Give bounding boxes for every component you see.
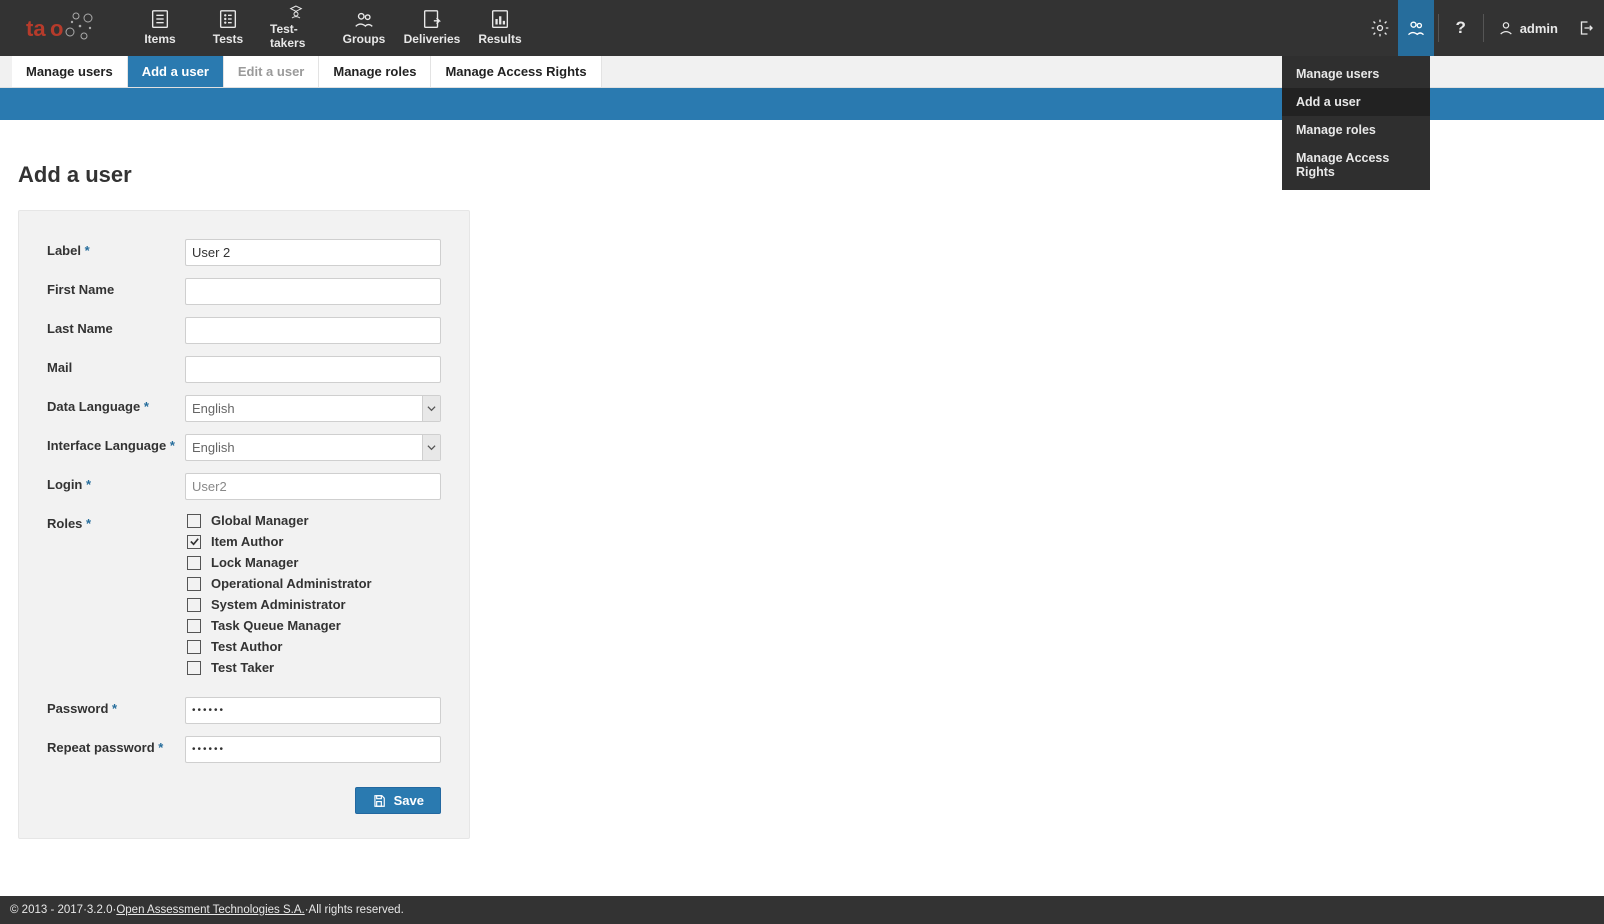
- role-checkbox-task-queue-manager[interactable]: [187, 619, 201, 633]
- svg-text:o: o: [50, 16, 63, 41]
- role-item: Task Queue Manager: [187, 618, 441, 633]
- repeat-password-input[interactable]: [185, 736, 441, 763]
- topbar: ta o Items Tests Test-takers Groups Deli…: [0, 0, 1604, 56]
- data-language-select[interactable]: English: [185, 395, 441, 422]
- logout-icon: [1577, 19, 1595, 37]
- footer-rights: All rights reserved.: [309, 904, 404, 916]
- role-item: Test Taker: [187, 660, 441, 675]
- role-checkbox-test-taker[interactable]: [187, 661, 201, 675]
- content: Add a user Label * First Name Last Name …: [0, 120, 1604, 899]
- tab-add-user[interactable]: Add a user: [128, 56, 224, 87]
- role-checkbox-operational-admin[interactable]: [187, 577, 201, 591]
- role-checkbox-system-admin[interactable]: [187, 598, 201, 612]
- question-icon: ?: [1456, 18, 1466, 38]
- roles-label: Roles *: [47, 512, 187, 531]
- login-input[interactable]: [185, 473, 441, 500]
- role-checkbox-test-author[interactable]: [187, 640, 201, 654]
- nav-groups[interactable]: Groups: [330, 0, 398, 56]
- label-input[interactable]: [185, 239, 441, 266]
- dropdown-manage-access[interactable]: Manage Access Rights: [1282, 144, 1430, 186]
- nav-test-takers[interactable]: Test-takers: [262, 0, 330, 56]
- users-dropdown: Manage users Add a user Manage roles Man…: [1282, 56, 1430, 190]
- role-item: Lock Manager: [187, 555, 441, 570]
- tab-manage-users[interactable]: Manage users: [12, 56, 128, 87]
- tab-manage-roles[interactable]: Manage roles: [319, 56, 431, 87]
- role-item: Item Author: [187, 534, 441, 549]
- nav-label: Results: [478, 32, 521, 46]
- role-label: Test Author: [211, 639, 283, 654]
- nav-label: Items: [144, 32, 175, 46]
- nav-label: Tests: [213, 32, 243, 46]
- mail-label: Mail: [47, 356, 185, 375]
- add-user-form: Label * First Name Last Name Mail Data L…: [18, 210, 470, 839]
- help-button[interactable]: ?: [1443, 0, 1479, 56]
- nav-label: Test-takers: [270, 22, 322, 50]
- dropdown-manage-users[interactable]: Manage users: [1282, 60, 1430, 88]
- user-name: admin: [1520, 21, 1558, 36]
- interface-language-label: Interface Language *: [47, 434, 185, 453]
- settings-button[interactable]: [1362, 0, 1398, 56]
- role-label: Operational Administrator: [211, 576, 372, 591]
- interface-language-select[interactable]: English: [185, 434, 441, 461]
- tab-manage-access[interactable]: Manage Access Rights: [431, 56, 601, 87]
- user-icon: [1498, 20, 1514, 36]
- nav-label: Deliveries: [404, 32, 461, 46]
- logo: ta o: [0, 0, 126, 56]
- role-item: Test Author: [187, 639, 441, 654]
- chevron-down-icon: [422, 396, 440, 421]
- role-checkbox-lock-manager[interactable]: [187, 556, 201, 570]
- last-name-input[interactable]: [185, 317, 441, 344]
- dropdown-manage-roles[interactable]: Manage roles: [1282, 116, 1430, 144]
- roles-list: Global Manager Item Author Lock Manager …: [187, 512, 441, 675]
- first-name-input[interactable]: [185, 278, 441, 305]
- role-item: Global Manager: [187, 513, 441, 528]
- nav-deliveries[interactable]: Deliveries: [398, 0, 466, 56]
- tab-edit-user: Edit a user: [224, 56, 319, 87]
- first-name-label: First Name: [47, 278, 185, 297]
- nav-tests[interactable]: Tests: [194, 0, 262, 56]
- data-language-value: English: [192, 401, 235, 416]
- users-button[interactable]: [1398, 0, 1434, 56]
- svg-text:ta: ta: [26, 16, 46, 41]
- interface-language-value: English: [192, 440, 235, 455]
- chevron-down-icon: [422, 435, 440, 460]
- footer: © 2013 - 2017 3.2.0 Open Assessment Tech…: [0, 896, 1604, 924]
- password-input[interactable]: [185, 697, 441, 724]
- role-item: Operational Administrator: [187, 576, 441, 591]
- footer-copyright: © 2013 - 2017: [10, 904, 83, 916]
- data-language-label: Data Language *: [47, 395, 185, 414]
- last-name-label: Last Name: [47, 317, 185, 336]
- role-label: Test Taker: [211, 660, 274, 675]
- user-menu-button[interactable]: admin: [1488, 0, 1568, 56]
- role-label: System Administrator: [211, 597, 346, 612]
- repeat-password-label: Repeat password *: [47, 736, 185, 755]
- save-button[interactable]: Save: [355, 787, 441, 814]
- save-label: Save: [394, 793, 424, 808]
- role-item: System Administrator: [187, 597, 441, 612]
- role-label: Lock Manager: [211, 555, 298, 570]
- gear-icon: [1370, 18, 1390, 38]
- role-label: Item Author: [211, 534, 283, 549]
- password-label: Password *: [47, 697, 185, 716]
- topbar-right: ? admin: [1362, 0, 1604, 56]
- main-nav: Items Tests Test-takers Groups Deliverie…: [126, 0, 534, 56]
- nav-items[interactable]: Items: [126, 0, 194, 56]
- nav-results[interactable]: Results: [466, 0, 534, 56]
- footer-org-link[interactable]: Open Assessment Technologies S.A.: [116, 904, 304, 916]
- nav-label: Groups: [343, 32, 386, 46]
- footer-version: 3.2.0: [87, 904, 113, 916]
- role-label: Task Queue Manager: [211, 618, 341, 633]
- mail-input[interactable]: [185, 356, 441, 383]
- users-icon: [1406, 18, 1426, 38]
- save-icon: [372, 794, 386, 808]
- role-label: Global Manager: [211, 513, 309, 528]
- login-label: Login *: [47, 473, 185, 492]
- role-checkbox-item-author[interactable]: [187, 535, 201, 549]
- logout-button[interactable]: [1568, 0, 1604, 56]
- label-label: Label *: [47, 239, 185, 258]
- dropdown-add-user[interactable]: Add a user: [1282, 88, 1430, 116]
- role-checkbox-global-manager[interactable]: [187, 514, 201, 528]
